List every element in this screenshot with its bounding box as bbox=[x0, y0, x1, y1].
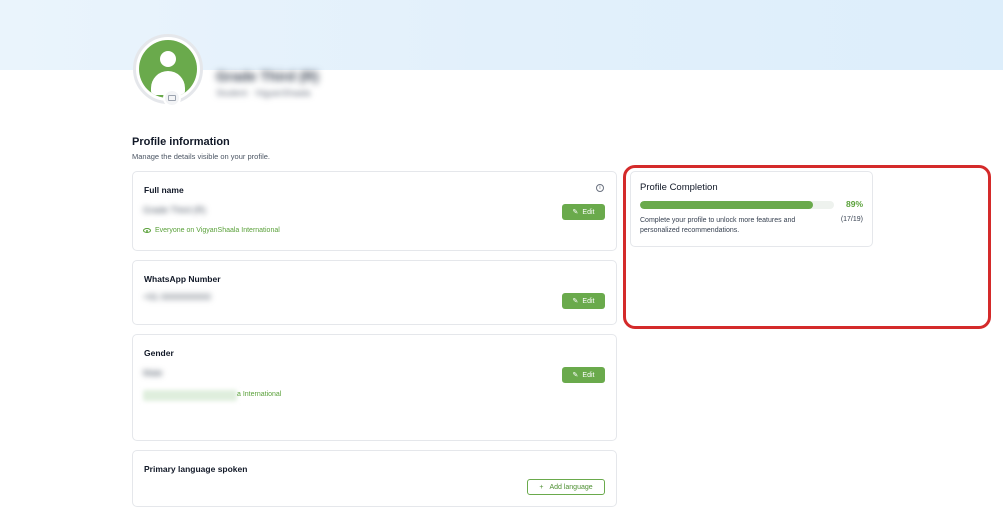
visibility-setting[interactable]: Everyone on VigyanShaala International bbox=[143, 227, 280, 234]
page-subtitle: Manage the details visible on your profi… bbox=[132, 152, 270, 161]
edit-label: Edit bbox=[582, 297, 595, 305]
progress-percent: 89% bbox=[845, 199, 863, 209]
language-card: Primary language spoken + Add language bbox=[132, 450, 617, 507]
pencil-icon: ✎ bbox=[572, 370, 579, 379]
eye-icon bbox=[143, 228, 151, 233]
page-title: Profile information bbox=[132, 136, 230, 148]
whatsapp-label: WhatsApp Number bbox=[144, 274, 221, 284]
pencil-icon: ✎ bbox=[572, 296, 579, 305]
edit-whatsapp-button[interactable]: ✎ Edit bbox=[562, 293, 605, 309]
full-name-value: Grade Third (R) bbox=[143, 205, 206, 215]
progress-fill bbox=[640, 201, 813, 209]
plus-icon: + bbox=[539, 483, 544, 491]
gender-card: Gender Male ✎ Edit a International bbox=[132, 334, 617, 441]
info-icon[interactable]: i bbox=[596, 184, 604, 192]
camera-icon[interactable] bbox=[163, 89, 181, 107]
add-language-button[interactable]: + Add language bbox=[527, 479, 605, 495]
pencil-icon: ✎ bbox=[572, 207, 579, 216]
gender-value: Male bbox=[143, 368, 163, 378]
full-name-card: Full name i Grade Third (R) ✎ Edit Every… bbox=[132, 171, 617, 251]
visibility-label: Everyone on VigyanShaala International bbox=[155, 227, 280, 234]
add-language-label: Add language bbox=[549, 483, 593, 491]
whatsapp-value: +91 0000000000 bbox=[143, 292, 211, 302]
edit-label: Edit bbox=[582, 371, 595, 379]
redacted-visibility bbox=[143, 390, 237, 401]
gender-label: Gender bbox=[144, 348, 174, 358]
visibility-label[interactable]: a International bbox=[237, 391, 281, 398]
full-name-label: Full name bbox=[144, 185, 184, 195]
language-label: Primary language spoken bbox=[144, 464, 248, 474]
progress-bar bbox=[640, 201, 834, 209]
completion-count: (17/19) bbox=[840, 216, 863, 223]
profile-completion-card: Profile Completion 89% Complete your pro… bbox=[630, 171, 873, 247]
avatar[interactable] bbox=[133, 34, 203, 107]
user-name: Grade Third (R) bbox=[216, 68, 319, 84]
whatsapp-card: WhatsApp Number +91 0000000000 ✎ Edit bbox=[132, 260, 617, 325]
completion-title: Profile Completion bbox=[640, 182, 718, 193]
edit-label: Edit bbox=[582, 208, 595, 216]
edit-full-name-button[interactable]: ✎ Edit bbox=[562, 204, 605, 220]
user-subtitle: Student · VigyanShaala bbox=[216, 88, 311, 98]
completion-description: Complete your profile to unlock more fea… bbox=[640, 217, 796, 234]
edit-gender-button[interactable]: ✎ Edit bbox=[562, 367, 605, 383]
